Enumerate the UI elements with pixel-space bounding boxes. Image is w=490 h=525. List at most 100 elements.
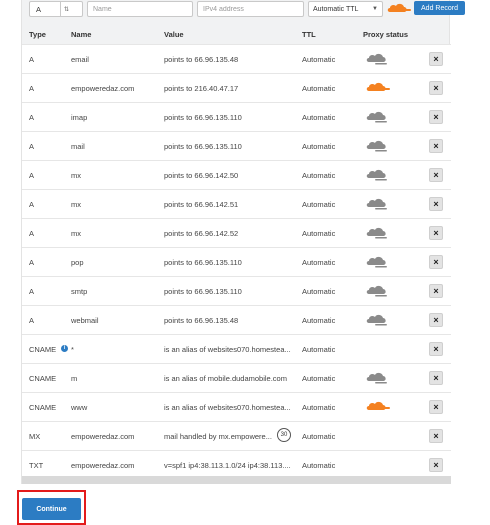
delete-record-button[interactable]: × (429, 226, 443, 240)
table-row[interactable]: Apop points to 66.96.135.110 Automatic × (22, 247, 451, 276)
table-row[interactable]: Awebmail points to 66.96.135.48 Automatic × (22, 305, 451, 334)
record-type-value: A (36, 4, 42, 14)
record-name: mx (71, 229, 81, 238)
table-row[interactable]: CNAME www is an alias of websites070.homes… (22, 392, 451, 421)
name-input[interactable] (87, 1, 193, 17)
table-row[interactable]: Amx points to 66.96.142.50 Automatic × (22, 160, 451, 189)
table-row[interactable]: MX empoweredaz.com mail handled by mx.empo… (22, 421, 451, 450)
column-header-type: Type (29, 30, 46, 39)
record-name: imap (71, 113, 88, 122)
table-row[interactable]: TXT empoweredaz.com v=spf1 ip4:38.113.1.0/… (22, 450, 451, 479)
table-row[interactable]: Amx points to 66.96.142.52 Automatic × (22, 218, 451, 247)
delete-record-button[interactable]: × (429, 139, 443, 153)
table-row[interactable]: CNAME i * is an alias of websites070.homest… (22, 334, 451, 363)
record-value: points to 66.96.135.110 (164, 287, 242, 296)
delete-record-button[interactable]: × (429, 81, 443, 95)
record-value: points to 66.96.135.48 (164, 55, 239, 64)
record-value: points to 66.96.135.110 (164, 142, 242, 151)
table-row[interactable]: Amx points to 66.96.142.51 Automatic × (22, 189, 451, 218)
table-row[interactable]: CNAME m is an alias of mobile.dudamobile.c… (22, 363, 451, 392)
record-ttl: Automatic (302, 229, 336, 238)
table-row[interactable]: Amail points to 66.96.135.110 Automatic × (22, 131, 451, 160)
table-row[interactable]: Asmtp points to 66.96.135.110 Automatic × (22, 276, 451, 305)
record-name: empoweredaz.com (71, 84, 135, 93)
table-row[interactable]: Aemail points to 66.96.135.48 Automatic × (22, 44, 451, 73)
table-row[interactable]: Aempoweredaz.com points to 216.40.47.17 Au… (22, 73, 451, 102)
dns-only-cloud-icon[interactable] (365, 314, 391, 328)
record-name: mx (71, 200, 81, 209)
record-value: points to 66.96.135.48 (164, 316, 239, 325)
record-name: webmail (71, 316, 99, 325)
record-ttl: Automatic (302, 55, 336, 64)
record-ttl: Automatic (302, 345, 336, 354)
record-name: m (71, 374, 78, 383)
record-name: pop (71, 258, 84, 267)
record-type-select[interactable]: A ⇅ (29, 1, 83, 17)
proxied-cloud-toggle-icon[interactable] (386, 3, 412, 16)
continue-button[interactable]: Continue (22, 498, 81, 520)
table-row[interactable]: Aimap points to 66.96.135.110 Automatic × (22, 102, 451, 131)
dns-only-cloud-icon[interactable] (365, 227, 391, 241)
record-name: email (71, 55, 89, 64)
delete-record-button[interactable]: × (429, 313, 443, 327)
delete-record-button[interactable]: × (429, 52, 443, 66)
info-icon[interactable]: i (61, 345, 68, 352)
record-name: empoweredaz.com (71, 432, 135, 441)
record-ttl: Automatic (302, 287, 336, 296)
proxied-cloud-icon[interactable] (365, 82, 391, 96)
record-value: points to 66.96.142.52 (164, 229, 239, 238)
delete-record-button[interactable]: × (429, 371, 443, 385)
record-type: CNAME (29, 403, 57, 412)
proxied-cloud-icon[interactable] (365, 401, 391, 415)
record-ttl: Automatic (302, 113, 336, 122)
record-type: A (29, 200, 35, 209)
column-header-proxy-status: Proxy status (363, 30, 409, 39)
add-record-button[interactable]: Add Record (414, 1, 465, 15)
record-value: v=spf1 ip4:38.113.1.0/24 ip4:38.113.... (164, 461, 291, 470)
record-value: is an alias of websites070.homestea... (164, 345, 291, 354)
record-type: A (29, 258, 35, 267)
record-value: points to 216.40.47.17 (164, 84, 239, 93)
dns-only-cloud-icon[interactable] (365, 140, 391, 154)
record-type: A (29, 142, 35, 151)
horizontal-scrollbar[interactable] (22, 476, 451, 484)
dns-only-cloud-icon[interactable] (365, 198, 391, 212)
delete-record-button[interactable]: × (429, 110, 443, 124)
delete-record-button[interactable]: × (429, 168, 443, 182)
record-type: A (29, 84, 35, 93)
delete-record-button[interactable]: × (429, 458, 443, 472)
record-ttl: Automatic (302, 461, 336, 470)
priority-badge: 30 (277, 428, 291, 442)
delete-record-button[interactable]: × (429, 342, 443, 356)
dns-only-cloud-icon[interactable] (365, 111, 391, 125)
ttl-select[interactable]: Automatic TTL ▼ (308, 1, 383, 17)
delete-record-button[interactable]: × (429, 400, 443, 414)
record-name: * (71, 345, 74, 354)
ipv4-address-input[interactable] (197, 1, 304, 17)
delete-record-button[interactable]: × (429, 197, 443, 211)
record-value: points to 66.96.135.110 (164, 258, 242, 267)
dns-only-cloud-icon[interactable] (365, 285, 391, 299)
dns-only-cloud-icon[interactable] (365, 372, 391, 386)
add-record-toolbar: A ⇅ Automatic TTL ▼ Add Record (22, 0, 465, 21)
record-type: MX (29, 432, 41, 441)
delete-record-button[interactable]: × (429, 284, 443, 298)
table-header: Type Name Value TTL Proxy status (22, 24, 451, 44)
record-value: mail handled by mx.empowere... (164, 432, 272, 441)
updown-icon[interactable]: ⇅ (60, 2, 72, 16)
column-header-name: Name (71, 30, 92, 39)
column-header-value: Value (164, 30, 184, 39)
record-value: points to 66.96.135.110 (164, 113, 242, 122)
record-value: points to 66.96.142.51 (164, 200, 239, 209)
record-ttl: Automatic (302, 374, 336, 383)
dns-only-cloud-icon[interactable] (365, 53, 391, 67)
record-value: points to 66.96.142.50 (164, 171, 239, 180)
dns-only-cloud-icon[interactable] (365, 256, 391, 270)
delete-record-button[interactable]: × (429, 255, 443, 269)
record-name: smtp (71, 287, 88, 296)
record-type: A (29, 113, 35, 122)
dns-only-cloud-icon[interactable] (365, 169, 391, 183)
record-ttl: Automatic (302, 432, 336, 441)
delete-record-button[interactable]: × (429, 429, 443, 443)
record-type: A (29, 316, 35, 325)
